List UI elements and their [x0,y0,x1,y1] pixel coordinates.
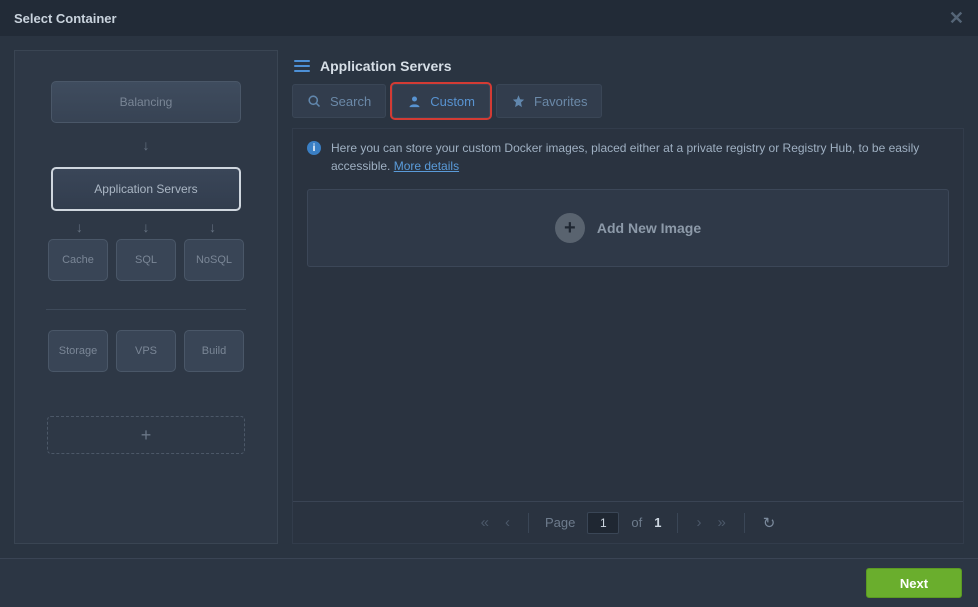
info-text: Here you can store your custom Docker im… [331,139,949,175]
node-application-servers[interactable]: Application Servers [51,167,241,211]
content-panel: i Here you can store your custom Docker … [292,128,964,544]
arrow-down-icon: ↓ [209,219,216,235]
arrow-down-icon: ↓ [143,137,150,153]
pager-first-icon[interactable]: « [479,514,491,531]
node-label: Cache [62,254,94,266]
node-label: SQL [135,254,157,266]
node-build[interactable]: Build [184,330,244,372]
refresh-icon[interactable]: ↻ [761,514,778,532]
separator [677,513,678,533]
tab-label: Custom [430,94,475,109]
body-area: Balancing ↓ Application Servers ↓ ↓ ↓ Ca… [0,36,978,558]
node-label: Storage [59,345,98,357]
node-nosql[interactable]: NoSQL [184,239,244,281]
page-title: Application Servers [320,58,452,74]
pager-page-input[interactable] [587,512,619,534]
pager-of-label: of [631,515,642,530]
pager-total: 1 [654,515,661,530]
main-panel: Application Servers Search Custom Favori… [292,50,964,544]
tabs: Search Custom Favorites [292,84,964,118]
info-bar: i Here you can store your custom Docker … [293,129,963,185]
tab-favorites[interactable]: Favorites [496,84,602,118]
node-sql[interactable]: SQL [116,239,176,281]
main-header: Application Servers [292,50,964,84]
topology-sidebar: Balancing ↓ Application Servers ↓ ↓ ↓ Ca… [14,50,278,544]
add-new-image-button[interactable]: + Add New Image [307,189,949,267]
separator [528,513,529,533]
db-row: Cache SQL NoSQL [48,239,244,281]
pager-last-icon[interactable]: » [715,514,727,531]
pager-next-icon[interactable]: › [694,514,703,531]
search-icon [307,94,322,109]
node-label: NoSQL [196,254,232,266]
pager-page-label: Page [545,515,575,530]
add-image-label: Add New Image [597,220,701,236]
arrow-down-icon: ↓ [142,219,149,235]
divider [46,309,246,310]
arrow-down-icon: ↓ [76,219,83,235]
info-icon: i [307,141,321,155]
tab-custom[interactable]: Custom [392,84,490,118]
star-icon [511,94,526,109]
close-icon[interactable]: ✕ [949,8,964,29]
node-storage[interactable]: Storage [48,330,108,372]
node-label: Application Servers [94,182,197,196]
menu-icon[interactable] [294,60,310,72]
node-cache[interactable]: Cache [48,239,108,281]
titlebar: Select Container ✕ [0,0,978,36]
pager-prev-icon[interactable]: ‹ [503,514,512,531]
plus-icon: + [555,213,585,243]
tab-label: Search [330,94,371,109]
node-balancing[interactable]: Balancing [51,81,241,123]
more-details-link[interactable]: More details [394,159,459,173]
add-node-slot[interactable]: + [47,416,245,454]
tab-label: Favorites [534,94,587,109]
separator [744,513,745,533]
node-vps[interactable]: VPS [116,330,176,372]
node-label: VPS [135,345,157,357]
extra-row: Storage VPS Build [48,330,244,372]
window-title: Select Container [14,11,117,26]
pager: « ‹ Page of 1 › » ↻ [293,501,963,543]
node-label: Build [202,345,226,357]
next-button[interactable]: Next [866,568,962,598]
plus-icon: + [141,425,152,446]
tab-search[interactable]: Search [292,84,386,118]
user-icon [407,94,422,109]
arrow-row: ↓ ↓ ↓ [46,219,246,235]
node-label: Balancing [120,95,173,109]
footer: Next [0,558,978,607]
